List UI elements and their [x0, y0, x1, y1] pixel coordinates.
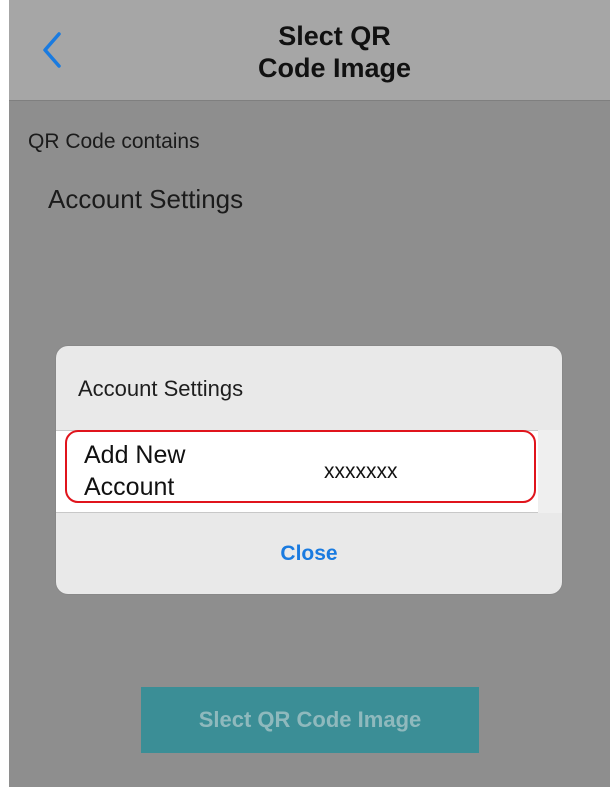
page-title-line-2: Code Image [257, 53, 412, 83]
select-qr-image-button[interactable]: Slect QR Code Image [141, 687, 479, 753]
app-screen: Slect QR Code Image QR Code contains Acc… [9, 0, 610, 787]
navigation-bar: Slect QR Code Image [9, 0, 610, 101]
option-value: xxxxxxx [324, 460, 398, 483]
account-settings-dialog: Account Settings Add New Account xxxxxxx… [56, 346, 562, 594]
row-edge [538, 430, 562, 513]
qr-contains-label: QR Code contains [28, 130, 200, 153]
close-button[interactable]: Close [56, 514, 562, 594]
option-name: Add New Account [84, 439, 185, 503]
qr-contains-value: Account Settings [48, 184, 244, 214]
dialog-title: Account Settings [78, 376, 244, 401]
option-name-line-1: Add New [84, 441, 186, 469]
page-title-line-1: Slect QR [278, 21, 391, 51]
page-title: Slect QR Code Image [159, 20, 510, 84]
option-name-line-2: Account [84, 473, 175, 501]
chevron-left-icon[interactable] [33, 30, 73, 70]
